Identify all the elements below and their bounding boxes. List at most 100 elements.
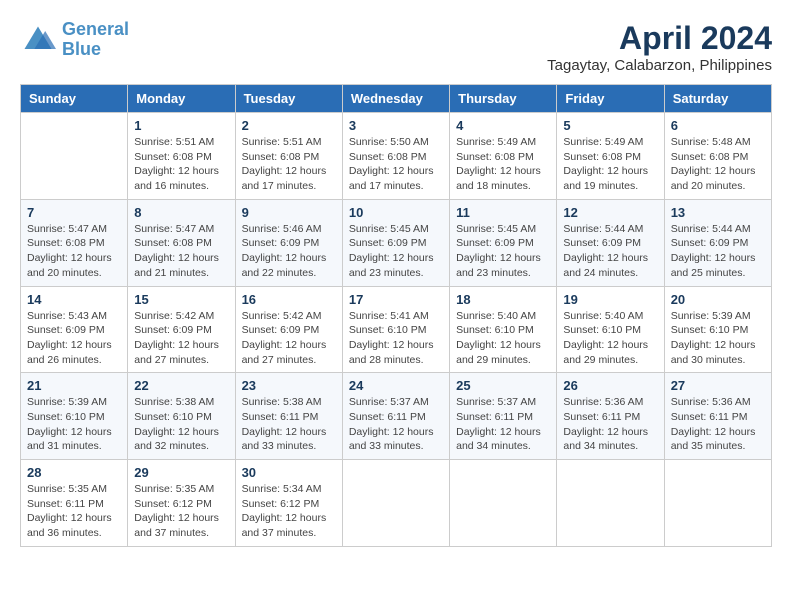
calendar-cell: 19 Sunrise: 5:40 AM Sunset: 6:10 PM Dayli… xyxy=(557,286,664,373)
day-info: Sunrise: 5:36 AM Sunset: 6:11 PM Dayligh… xyxy=(563,395,657,454)
day-number: 19 xyxy=(563,292,657,307)
calendar-cell: 9 Sunrise: 5:46 AM Sunset: 6:09 PM Daylig… xyxy=(235,199,342,286)
day-info: Sunrise: 5:46 AM Sunset: 6:09 PM Dayligh… xyxy=(242,222,336,281)
calendar-cell: 11Sunrise: 5:45 AM Sunset: 6:09 PM Dayli… xyxy=(450,199,557,286)
main-title: April 2024 xyxy=(547,20,772,57)
page-header: General Blue April 2024 Tagaytay, Calaba… xyxy=(20,20,772,74)
day-info: Sunrise: 5:41 AM Sunset: 6:10 PM Dayligh… xyxy=(349,309,443,368)
day-info: Sunrise: 5:51 AM Sunset: 6:08 PM Dayligh… xyxy=(134,135,228,194)
subtitle: Tagaytay, Calabarzon, Philippines xyxy=(547,57,772,74)
day-info: Sunrise: 5:40 AM Sunset: 6:10 PM Dayligh… xyxy=(456,309,550,368)
calendar-cell: 17 Sunrise: 5:41 AM Sunset: 6:10 PM Dayli… xyxy=(342,286,449,373)
calendar-cell xyxy=(664,460,771,547)
calendar-cell: 23Sunrise: 5:38 AM Sunset: 6:11 PM Dayli… xyxy=(235,373,342,460)
header-friday: Friday xyxy=(557,85,664,113)
calendar-cell: 21 Sunrise: 5:39 AM Sunset: 6:10 PM Dayli… xyxy=(21,373,128,460)
day-info: Sunrise: 5:48 AM Sunset: 6:08 PM Dayligh… xyxy=(671,135,765,194)
calendar-cell: 24 Sunrise: 5:37 AM Sunset: 6:11 PM Dayli… xyxy=(342,373,449,460)
calendar-cell: 29 Sunrise: 5:35 AM Sunset: 6:12 PM Dayli… xyxy=(128,460,235,547)
calendar-cell: 27 Sunrise: 5:36 AM Sunset: 6:11 PM Dayli… xyxy=(664,373,771,460)
calendar-week-row: 28 Sunrise: 5:35 AM Sunset: 6:11 PM Dayli… xyxy=(21,460,772,547)
header-sunday: Sunday xyxy=(21,85,128,113)
header-thursday: Thursday xyxy=(450,85,557,113)
day-info: Sunrise: 5:43 AM Sunset: 6:09 PM Dayligh… xyxy=(27,309,121,368)
day-number: 27 xyxy=(671,378,765,393)
calendar-cell xyxy=(450,460,557,547)
day-number: 10 xyxy=(349,205,443,220)
logo: General Blue xyxy=(20,20,129,60)
day-info: Sunrise: 5:38 AM Sunset: 6:11 PM Dayligh… xyxy=(242,395,336,454)
day-number: 6 xyxy=(671,118,765,133)
day-info: Sunrise: 5:36 AM Sunset: 6:11 PM Dayligh… xyxy=(671,395,765,454)
day-number: 7 xyxy=(27,205,121,220)
day-info: Sunrise: 5:45 AM Sunset: 6:09 PM Dayligh… xyxy=(349,222,443,281)
calendar-cell: 22Sunrise: 5:38 AM Sunset: 6:10 PM Dayli… xyxy=(128,373,235,460)
calendar-cell: 26 Sunrise: 5:36 AM Sunset: 6:11 PM Dayli… xyxy=(557,373,664,460)
day-info: Sunrise: 5:35 AM Sunset: 6:11 PM Dayligh… xyxy=(27,482,121,541)
calendar-table: SundayMondayTuesdayWednesdayThursdayFrid… xyxy=(20,84,772,547)
calendar-cell: 10 Sunrise: 5:45 AM Sunset: 6:09 PM Dayli… xyxy=(342,199,449,286)
title-block: April 2024 Tagaytay, Calabarzon, Philipp… xyxy=(547,20,772,74)
calendar-cell: 30 Sunrise: 5:34 AM Sunset: 6:12 PM Dayli… xyxy=(235,460,342,547)
day-info: Sunrise: 5:51 AM Sunset: 6:08 PM Dayligh… xyxy=(242,135,336,194)
calendar-cell xyxy=(21,113,128,200)
logo-text: General Blue xyxy=(62,20,129,60)
day-info: Sunrise: 5:45 AM Sunset: 6:09 PM Dayligh… xyxy=(456,222,550,281)
day-info: Sunrise: 5:35 AM Sunset: 6:12 PM Dayligh… xyxy=(134,482,228,541)
calendar-week-row: 14 Sunrise: 5:43 AM Sunset: 6:09 PM Dayli… xyxy=(21,286,772,373)
day-info: Sunrise: 5:39 AM Sunset: 6:10 PM Dayligh… xyxy=(671,309,765,368)
day-number: 17 xyxy=(349,292,443,307)
calendar-cell: 20 Sunrise: 5:39 AM Sunset: 6:10 PM Dayli… xyxy=(664,286,771,373)
calendar-cell: 28 Sunrise: 5:35 AM Sunset: 6:11 PM Dayli… xyxy=(21,460,128,547)
day-number: 16 xyxy=(242,292,336,307)
calendar-cell: 2Sunrise: 5:51 AM Sunset: 6:08 PM Daylig… xyxy=(235,113,342,200)
day-number: 28 xyxy=(27,465,121,480)
day-number: 9 xyxy=(242,205,336,220)
day-info: Sunrise: 5:38 AM Sunset: 6:10 PM Dayligh… xyxy=(134,395,228,454)
day-number: 14 xyxy=(27,292,121,307)
header-wednesday: Wednesday xyxy=(342,85,449,113)
calendar-cell: 25Sunrise: 5:37 AM Sunset: 6:11 PM Dayli… xyxy=(450,373,557,460)
day-number: 15 xyxy=(134,292,228,307)
calendar-week-row: 21 Sunrise: 5:39 AM Sunset: 6:10 PM Dayli… xyxy=(21,373,772,460)
calendar-cell: 4Sunrise: 5:49 AM Sunset: 6:08 PM Daylig… xyxy=(450,113,557,200)
calendar-cell: 13 Sunrise: 5:44 AM Sunset: 6:09 PM Dayli… xyxy=(664,199,771,286)
day-number: 18 xyxy=(456,292,550,307)
calendar-header-row: SundayMondayTuesdayWednesdayThursdayFrid… xyxy=(21,85,772,113)
header-tuesday: Tuesday xyxy=(235,85,342,113)
day-info: Sunrise: 5:50 AM Sunset: 6:08 PM Dayligh… xyxy=(349,135,443,194)
logo-icon xyxy=(20,22,56,58)
calendar-cell: 5 Sunrise: 5:49 AM Sunset: 6:08 PM Daylig… xyxy=(557,113,664,200)
day-number: 5 xyxy=(563,118,657,133)
day-info: Sunrise: 5:42 AM Sunset: 6:09 PM Dayligh… xyxy=(242,309,336,368)
day-info: Sunrise: 5:34 AM Sunset: 6:12 PM Dayligh… xyxy=(242,482,336,541)
day-number: 20 xyxy=(671,292,765,307)
calendar-cell: 1Sunrise: 5:51 AM Sunset: 6:08 PM Daylig… xyxy=(128,113,235,200)
day-info: Sunrise: 5:37 AM Sunset: 6:11 PM Dayligh… xyxy=(349,395,443,454)
day-info: Sunrise: 5:44 AM Sunset: 6:09 PM Dayligh… xyxy=(563,222,657,281)
day-info: Sunrise: 5:39 AM Sunset: 6:10 PM Dayligh… xyxy=(27,395,121,454)
header-monday: Monday xyxy=(128,85,235,113)
calendar-cell: 18 Sunrise: 5:40 AM Sunset: 6:10 PM Dayli… xyxy=(450,286,557,373)
day-info: Sunrise: 5:47 AM Sunset: 6:08 PM Dayligh… xyxy=(134,222,228,281)
day-info: Sunrise: 5:44 AM Sunset: 6:09 PM Dayligh… xyxy=(671,222,765,281)
day-number: 12 xyxy=(563,205,657,220)
calendar-cell: 15Sunrise: 5:42 AM Sunset: 6:09 PM Dayli… xyxy=(128,286,235,373)
calendar-week-row: 1Sunrise: 5:51 AM Sunset: 6:08 PM Daylig… xyxy=(21,113,772,200)
calendar-cell: 16 Sunrise: 5:42 AM Sunset: 6:09 PM Dayli… xyxy=(235,286,342,373)
day-number: 26 xyxy=(563,378,657,393)
day-number: 30 xyxy=(242,465,336,480)
day-number: 21 xyxy=(27,378,121,393)
day-number: 13 xyxy=(671,205,765,220)
day-number: 8 xyxy=(134,205,228,220)
day-number: 4 xyxy=(456,118,550,133)
day-number: 24 xyxy=(349,378,443,393)
day-info: Sunrise: 5:47 AM Sunset: 6:08 PM Dayligh… xyxy=(27,222,121,281)
day-number: 25 xyxy=(456,378,550,393)
day-info: Sunrise: 5:40 AM Sunset: 6:10 PM Dayligh… xyxy=(563,309,657,368)
day-info: Sunrise: 5:49 AM Sunset: 6:08 PM Dayligh… xyxy=(563,135,657,194)
calendar-cell: 8 Sunrise: 5:47 AM Sunset: 6:08 PM Daylig… xyxy=(128,199,235,286)
calendar-cell: 12 Sunrise: 5:44 AM Sunset: 6:09 PM Dayli… xyxy=(557,199,664,286)
calendar-cell: 6 Sunrise: 5:48 AM Sunset: 6:08 PM Daylig… xyxy=(664,113,771,200)
day-number: 29 xyxy=(134,465,228,480)
